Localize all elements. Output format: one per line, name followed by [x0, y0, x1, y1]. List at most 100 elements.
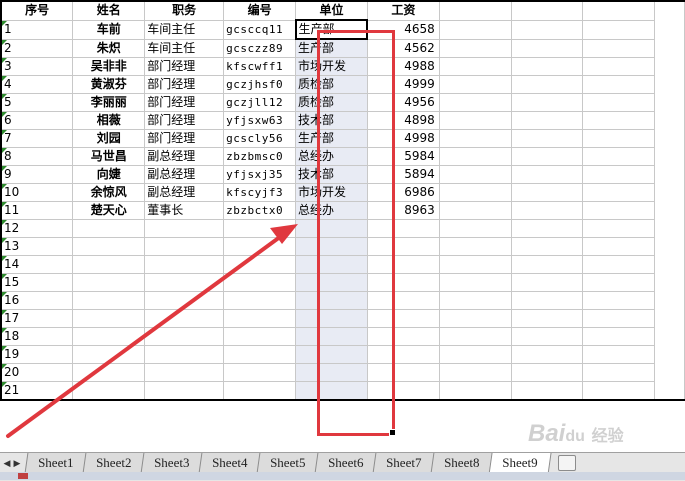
grid-cell[interactable] — [223, 255, 297, 274]
code-cell[interactable]: zbzbmsc0 — [223, 147, 297, 166]
grid-cell[interactable] — [510, 201, 584, 220]
title-cell[interactable]: 董事长 — [144, 201, 225, 220]
grid-cell[interactable] — [438, 255, 512, 274]
unit-cell[interactable] — [295, 291, 368, 310]
grid-cell[interactable] — [582, 309, 656, 328]
unit-cell[interactable] — [295, 237, 368, 256]
grid-cell[interactable] — [510, 381, 584, 401]
grid-cell[interactable] — [582, 165, 656, 184]
grid-cell[interactable] — [654, 75, 685, 94]
salary-cell[interactable]: 4999 — [366, 75, 440, 94]
title-cell[interactable]: 部门经理 — [144, 111, 225, 130]
grid-cell[interactable] — [438, 147, 512, 166]
unit-cell[interactable] — [295, 363, 368, 382]
row-number-cell[interactable]: 21 — [0, 381, 74, 401]
row-number-cell[interactable]: 19 — [0, 345, 74, 364]
grid-cell[interactable] — [654, 201, 685, 220]
grid-cell[interactable] — [510, 291, 584, 310]
grid-cell[interactable] — [223, 363, 297, 382]
salary-cell[interactable]: 4562 — [366, 38, 440, 58]
grid-cell[interactable] — [510, 363, 584, 382]
tab-sheet3[interactable]: Sheet3 — [140, 453, 204, 473]
grid-cell[interactable] — [223, 309, 297, 328]
grid-cell[interactable] — [438, 201, 512, 220]
grid-cell[interactable] — [654, 345, 685, 364]
grid-cell[interactable] — [366, 255, 440, 274]
grid-cell[interactable] — [223, 291, 297, 310]
grid-cell[interactable] — [582, 19, 656, 40]
grid-cell[interactable] — [582, 219, 656, 238]
grid-cell[interactable] — [654, 273, 685, 292]
grid-cell[interactable] — [654, 20, 685, 39]
title-cell[interactable]: 车间主任 — [144, 19, 225, 40]
grid-cell[interactable] — [438, 75, 512, 94]
grid-cell[interactable] — [654, 381, 685, 401]
salary-cell[interactable]: 4998 — [366, 129, 440, 148]
grid-cell[interactable] — [72, 363, 146, 382]
grid-cell[interactable] — [654, 111, 685, 130]
tab-sheet6[interactable]: Sheet6 — [314, 453, 378, 473]
name-cell[interactable]: 刘园 — [72, 129, 146, 148]
grid-cell[interactable] — [438, 57, 512, 76]
code-cell[interactable]: kfscyjf3 — [223, 183, 297, 202]
grid-cell[interactable] — [223, 237, 297, 256]
grid-cell[interactable] — [438, 38, 512, 58]
grid-cell[interactable] — [654, 327, 685, 346]
header-cell[interactable]: 姓名 — [72, 0, 146, 21]
grid-cell[interactable] — [144, 273, 225, 292]
name-cell[interactable]: 朱炽 — [72, 38, 146, 58]
grid-cell[interactable] — [144, 291, 225, 310]
grid-cell[interactable] — [582, 75, 656, 94]
grid-cell[interactable] — [510, 147, 584, 166]
name-cell[interactable]: 余惊风 — [72, 183, 146, 202]
grid-cell[interactable] — [510, 273, 584, 292]
grid-cell[interactable] — [223, 219, 297, 238]
tab-sheet5[interactable]: Sheet5 — [256, 453, 320, 473]
tab-sheet4[interactable]: Sheet4 — [198, 453, 262, 473]
name-cell[interactable]: 李丽丽 — [72, 93, 146, 112]
grid-cell[interactable] — [438, 237, 512, 256]
code-cell[interactable]: gczjll12 — [223, 93, 297, 112]
salary-cell[interactable]: 5984 — [366, 147, 440, 166]
title-cell[interactable]: 车间主任 — [144, 38, 225, 58]
grid-cell[interactable] — [582, 0, 656, 21]
grid-cell[interactable] — [510, 183, 584, 202]
tab-scroll-right-icon[interactable]: ▶ — [12, 458, 22, 470]
code-cell[interactable]: yfjsxw63 — [223, 111, 297, 130]
grid-cell[interactable] — [72, 219, 146, 238]
name-cell[interactable]: 黄淑芬 — [72, 75, 146, 94]
new-sheet-icon[interactable] — [558, 455, 576, 471]
row-number-cell[interactable]: 3 — [0, 57, 74, 76]
grid-cell[interactable] — [438, 219, 512, 238]
row-number-cell[interactable]: 4 — [0, 75, 74, 94]
code-cell[interactable]: zbzbctx0 — [223, 201, 297, 220]
unit-cell[interactable]: 生产部 — [295, 129, 368, 148]
unit-cell[interactable] — [295, 381, 368, 401]
tab-sheet8[interactable]: Sheet8 — [430, 453, 494, 473]
unit-cell[interactable]: 质检部 — [295, 75, 368, 94]
grid-cell[interactable] — [654, 147, 685, 166]
title-cell[interactable]: 副总经理 — [144, 147, 225, 166]
grid-cell[interactable] — [654, 93, 685, 112]
grid-cell[interactable] — [510, 219, 584, 238]
grid-cell[interactable] — [510, 255, 584, 274]
grid-cell[interactable] — [438, 291, 512, 310]
tab-scroll-left-icon[interactable]: ◀ — [2, 458, 12, 470]
row-number-cell[interactable]: 16 — [0, 291, 74, 310]
grid-cell[interactable] — [72, 273, 146, 292]
grid-cell[interactable] — [510, 0, 584, 21]
row-number-cell[interactable]: 20 — [0, 363, 74, 382]
grid-cell[interactable] — [582, 183, 656, 202]
grid-cell[interactable] — [510, 309, 584, 328]
grid-cell[interactable] — [654, 237, 685, 256]
grid-cell[interactable] — [654, 129, 685, 148]
title-cell[interactable]: 副总经理 — [144, 165, 225, 184]
grid-cell[interactable] — [438, 309, 512, 328]
grid-cell[interactable] — [582, 255, 656, 274]
grid-cell[interactable] — [510, 93, 584, 112]
grid-cell[interactable] — [438, 111, 512, 130]
grid-cell[interactable] — [72, 345, 146, 364]
grid-cell[interactable] — [438, 345, 512, 364]
unit-cell[interactable] — [295, 219, 368, 238]
row-number-cell[interactable]: 15 — [0, 273, 74, 292]
